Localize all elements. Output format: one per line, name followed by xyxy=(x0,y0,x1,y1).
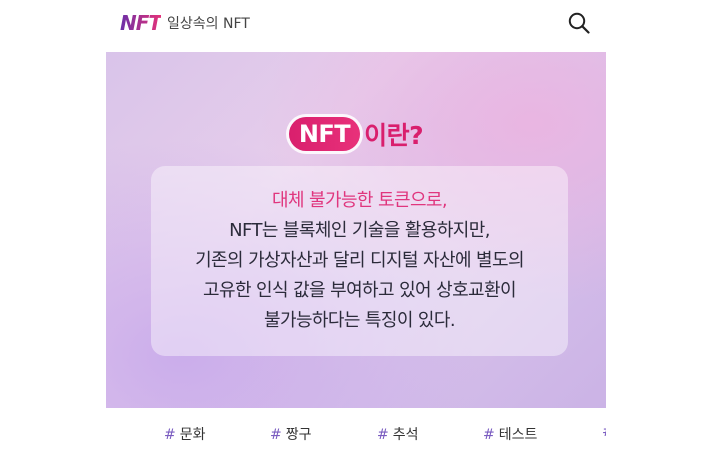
nft-logo[interactable]: NFT xyxy=(120,11,162,35)
tag-test[interactable]: # 테스트 xyxy=(483,424,537,444)
app-page: NFT 일상속의 NFT NFT 이란? 대체 불가능한 토큰으로, NFT는 … xyxy=(0,0,701,461)
tag-chuseok[interactable]: # 추석 xyxy=(377,424,419,444)
headline-nft-pill: NFT xyxy=(288,117,361,151)
description-line-5: 불가능하다는 특징이 있다. xyxy=(264,310,456,331)
site-title[interactable]: 일상속의 NFT xyxy=(167,13,250,33)
search-icon xyxy=(568,12,590,34)
tag-culture[interactable]: # 문화 xyxy=(164,424,206,444)
headline-question: 이란? xyxy=(364,121,424,150)
header: NFT 일상속의 NFT xyxy=(106,0,606,46)
search-button[interactable] xyxy=(566,10,592,36)
tag-label: 테스트 xyxy=(498,427,538,443)
hash-symbol: # xyxy=(270,427,282,443)
description-line-3: 기존의 가상자산과 달리 디지털 자산에 별도의 xyxy=(195,250,524,271)
hash-symbol: # xyxy=(377,427,389,443)
hashtag-bar: #문화 #짱구 #추석 #테스트 # xyxy=(106,420,606,446)
tag-label: 짱구 xyxy=(285,427,312,443)
description-line-1: 대체 불가능한 토큰으로, xyxy=(272,190,448,211)
hash-symbol: # xyxy=(602,424,606,440)
tag-partial[interactable]: # xyxy=(602,424,606,440)
tag-label: 추석 xyxy=(392,427,419,443)
tag-jjanggu[interactable]: # 짱구 xyxy=(270,424,312,444)
hash-symbol: # xyxy=(164,427,176,443)
description-line-4: 고유한 인식 값을 부여하고 있어 상호교환이 xyxy=(203,280,516,301)
tag-label: 문화 xyxy=(179,427,206,443)
description-line-2: NFT는 블록체인 기술을 활용하지만, xyxy=(229,220,490,241)
nft-intro-banner[interactable]: NFT 이란? 대체 불가능한 토큰으로, NFT는 블록체인 기술을 활용하지… xyxy=(106,52,606,408)
description-card: 대체 불가능한 토큰으로, NFT는 블록체인 기술을 활용하지만, 기존의 가… xyxy=(151,166,568,356)
banner-headline: NFT 이란? xyxy=(106,116,606,152)
hash-symbol: # xyxy=(483,427,495,443)
brand[interactable]: NFT 일상속의 NFT xyxy=(106,11,250,35)
